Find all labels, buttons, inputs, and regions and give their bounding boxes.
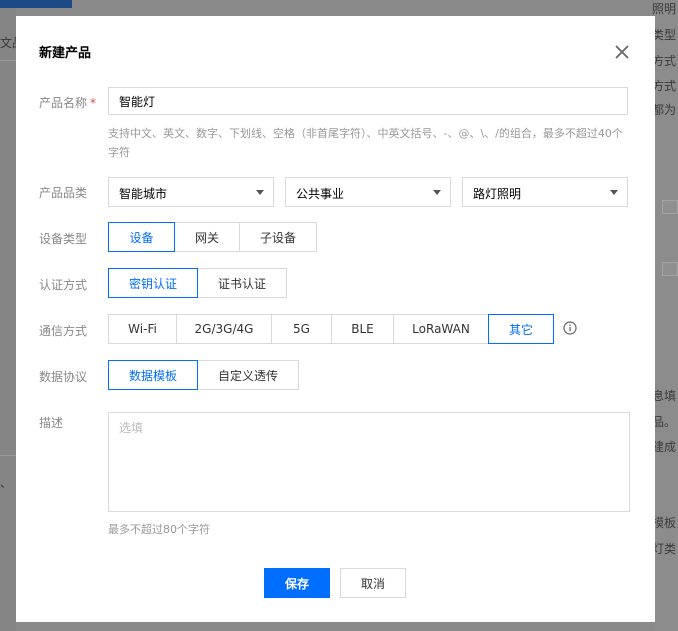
description-label: 描述 — [39, 416, 64, 430]
select-value: 智能城市 — [119, 187, 168, 201]
close-button[interactable] — [613, 43, 631, 61]
background-text: 、 — [0, 476, 13, 490]
comm-option-other[interactable]: 其它 — [488, 314, 554, 344]
protocol-option-data-template[interactable]: 数据模板 — [108, 360, 198, 390]
background-text: 方式 — [652, 79, 677, 93]
comm-option-wifi[interactable]: Wi-Fi — [108, 314, 177, 344]
select-value: 公共事业 — [296, 187, 345, 201]
chevron-down-icon — [610, 190, 618, 195]
comm-method-label: 通信方式 — [39, 324, 88, 338]
description-textarea[interactable] — [108, 412, 630, 512]
dialog-title: 新建产品 — [39, 46, 92, 61]
background-left-panel — [0, 0, 16, 631]
comm-option-ble[interactable]: BLE — [331, 314, 394, 344]
device-type-option-subdevice[interactable]: 子设备 — [239, 222, 317, 252]
background-divider — [0, 455, 16, 456]
data-protocol-group: 数据模板 自定义透传 — [108, 360, 299, 390]
background-text: 品。 — [652, 415, 677, 429]
background-text: 模板 — [652, 516, 677, 530]
save-button[interactable]: 保存 — [264, 568, 330, 598]
background-box — [662, 200, 678, 214]
select-value: 路灯照明 — [473, 187, 522, 201]
comm-option-5g[interactable]: 5G — [271, 314, 332, 344]
auth-option-certificate[interactable]: 证书认证 — [197, 268, 287, 298]
info-icon[interactable] — [563, 321, 577, 335]
data-protocol-label: 数据协议 — [39, 370, 88, 384]
new-product-dialog: 新建产品 产品名称* 支持中文、英文、数字、下划线、空格（非首尾字符）、中英文括… — [16, 16, 655, 622]
auth-method-label: 认证方式 — [39, 278, 88, 292]
background-text: 建成 — [652, 440, 677, 454]
category-select-level3[interactable]: 路灯照明 — [462, 177, 628, 207]
background-text: 都为 — [652, 103, 677, 117]
description-hint: 最多不超过80个字符 — [108, 523, 210, 536]
product-name-label: 产品名称 * — [39, 94, 96, 111]
close-icon — [615, 45, 629, 59]
comm-method-group: Wi-Fi 2G/3G/4G 5G BLE LoRaWAN 其它 — [108, 314, 554, 344]
background-divider — [0, 60, 16, 61]
device-type-group: 设备 网关 子设备 — [108, 222, 317, 252]
comm-option-lorawan[interactable]: LoRaWAN — [393, 314, 489, 344]
chevron-down-icon — [433, 190, 441, 195]
product-name-help: 支持中文、英文、数字、下划线、空格（非首尾字符）、中英文括号、-、@、\、/的组… — [108, 127, 623, 159]
auth-method-group: 密钥认证 证书认证 — [108, 268, 287, 298]
device-type-option-device[interactable]: 设备 — [108, 222, 175, 252]
background-text: 类型 — [652, 28, 677, 42]
background-text: 息填 — [652, 389, 677, 403]
category-label: 产品品类 — [39, 186, 88, 200]
background-text: 方式 — [652, 54, 677, 68]
category-select-level1[interactable]: 智能城市 — [108, 177, 274, 207]
cancel-button[interactable]: 取消 — [340, 568, 406, 598]
background-text: 照明 — [652, 2, 677, 16]
background-text: 灯类 — [652, 542, 677, 556]
auth-option-key[interactable]: 密钥认证 — [108, 268, 198, 298]
background-top-bar — [0, 0, 72, 8]
category-select-level2[interactable]: 公共事业 — [285, 177, 451, 207]
product-name-label-text: 产品名称 — [39, 96, 88, 110]
required-mark: * — [90, 96, 97, 110]
device-type-option-gateway[interactable]: 网关 — [174, 222, 240, 252]
product-name-input[interactable] — [108, 87, 628, 115]
chevron-down-icon — [256, 190, 264, 195]
background-box — [662, 262, 678, 276]
watermark: CSDN @21ic电子工程师 — [452, 602, 622, 620]
protocol-option-custom-passthrough[interactable]: 自定义透传 — [197, 360, 299, 390]
background-right-panel — [655, 0, 678, 631]
comm-option-cellular[interactable]: 2G/3G/4G — [176, 314, 272, 344]
device-type-label: 设备类型 — [39, 232, 88, 246]
